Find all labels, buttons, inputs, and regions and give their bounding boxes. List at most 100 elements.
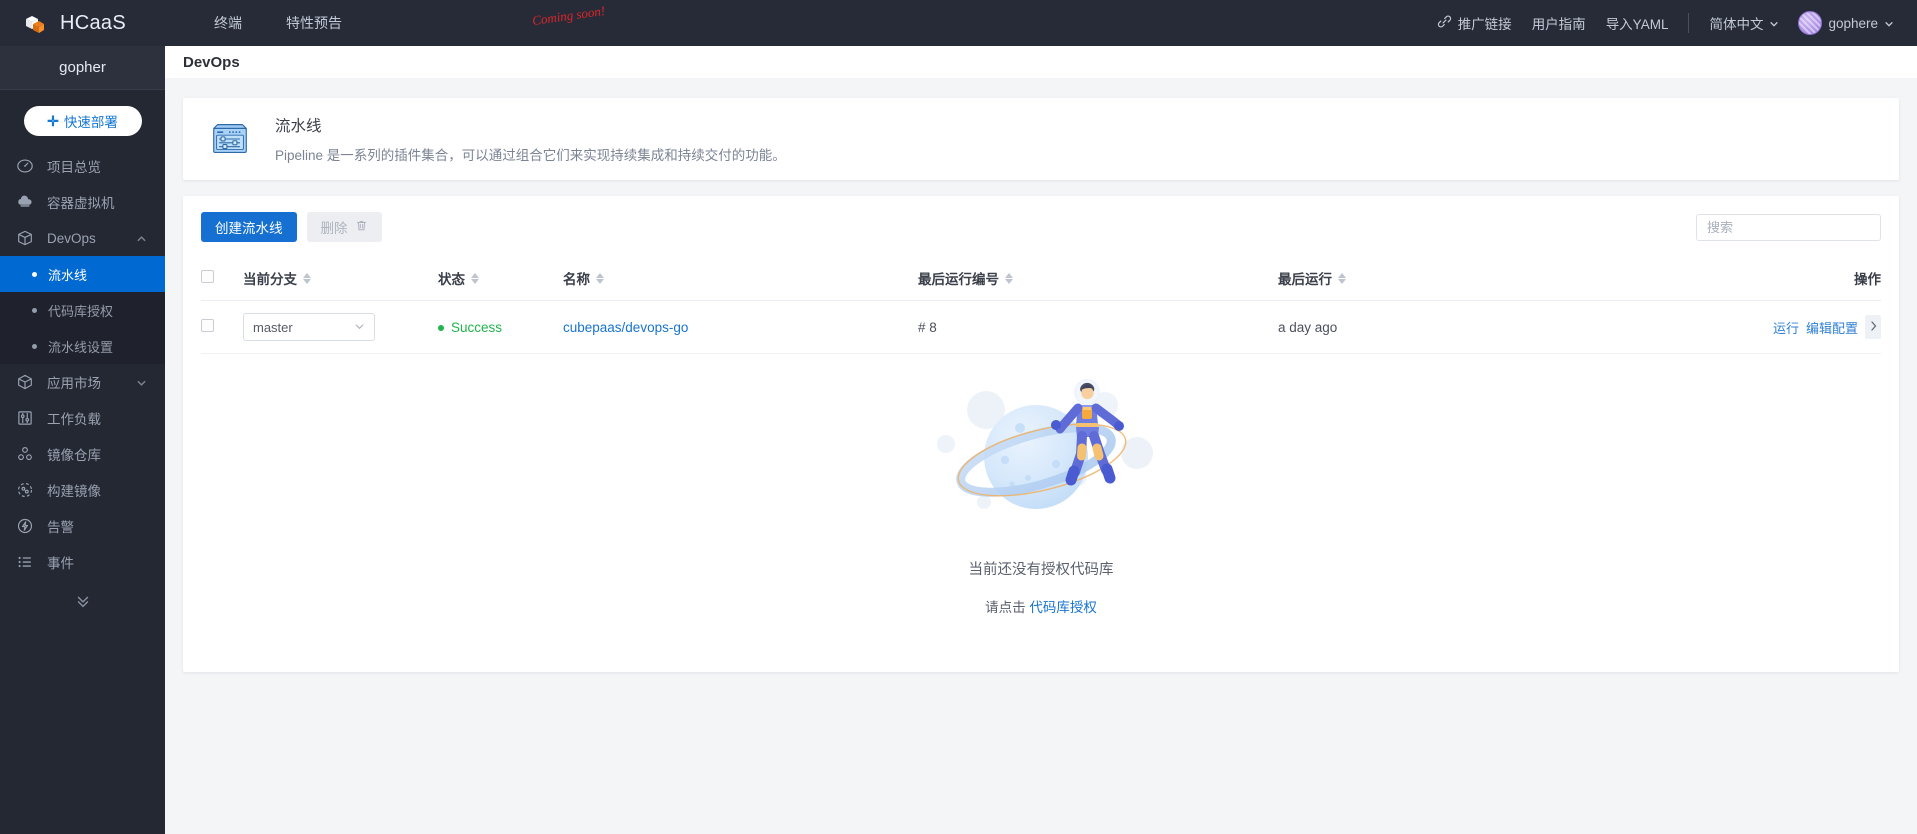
main-content: DevOps 流水线 Pipeline 是一系列: [165, 46, 1917, 834]
language-selector[interactable]: 简体中文: [1709, 13, 1778, 33]
status-label: Success: [451, 320, 502, 335]
sidebar-item-container-vm[interactable]: 容器虚拟机: [0, 184, 165, 220]
language-label: 简体中文: [1709, 13, 1763, 33]
chevron-down-icon: [354, 320, 365, 335]
sort-icon[interactable]: [1338, 273, 1346, 284]
nodes-icon: [15, 445, 34, 464]
avatar: [1798, 11, 1822, 35]
sidebar-item-pipeline[interactable]: 流水线: [0, 256, 165, 292]
branch-select[interactable]: master: [243, 313, 375, 341]
empty-state-prefix: 请点击: [985, 600, 1026, 615]
header-status[interactable]: 状态: [438, 258, 563, 301]
run-action[interactable]: 运行: [1773, 318, 1799, 337]
header-select-all: [201, 258, 243, 301]
create-pipeline-button[interactable]: 创建流水线: [201, 212, 297, 242]
pipeline-icon: [207, 116, 253, 162]
header-name-label: 名称: [563, 268, 590, 288]
sidebar-item-label: DevOps: [47, 231, 96, 246]
more-actions-button[interactable]: [1865, 315, 1881, 339]
sort-icon[interactable]: [1005, 273, 1013, 284]
row-branch-cell: master: [243, 301, 438, 354]
quick-deploy-button[interactable]: ✛ 快速部署: [24, 106, 142, 136]
top-bar: HCaaS 终端 特性预告 Coming soon! 推广链接 用户指南 导入Y…: [0, 0, 1917, 46]
chevron-up-icon: [136, 233, 147, 244]
brand[interactable]: HCaaS: [0, 0, 200, 46]
page-title: DevOps: [183, 54, 240, 71]
row-actions: 运行 编辑配置: [1773, 315, 1881, 339]
chevron-down-icon: [136, 377, 147, 388]
project-name: gopher: [0, 46, 165, 90]
expand-more-button[interactable]: [0, 582, 165, 624]
sidebar-item-label: 容器虚拟机: [47, 192, 115, 212]
row-run-number-cell: # 8: [918, 301, 1278, 354]
quick-deploy-wrap: ✛ 快速部署: [0, 90, 165, 144]
double-chevron-down-icon: [74, 592, 92, 615]
import-yaml-button[interactable]: 导入YAML: [1606, 13, 1669, 33]
sidebar-subitem-label: 流水线: [48, 265, 87, 284]
search-input[interactable]: [1696, 214, 1881, 241]
chevron-down-icon: [1769, 19, 1778, 28]
sort-icon[interactable]: [303, 273, 311, 284]
header-last-run-number-label: 最后运行编号: [918, 268, 999, 288]
devops-submenu: 流水线 代码库授权 流水线设置: [0, 256, 165, 364]
brand-name: HCaaS: [60, 12, 126, 35]
sidebar-subitem-label: 代码库授权: [48, 301, 113, 320]
sidebar-item-repo-auth[interactable]: 代码库授权: [0, 292, 165, 328]
table-header: 当前分支 状态: [201, 258, 1881, 301]
select-all-checkbox[interactable]: [201, 270, 214, 283]
sidebar-item-label: 构建镜像: [47, 480, 101, 500]
cloud-icon: [15, 193, 34, 212]
cube-icon: [15, 373, 34, 392]
user-menu[interactable]: gophere: [1798, 11, 1893, 35]
trash-icon: [355, 219, 368, 235]
sidebar-item-workload[interactable]: 工作负载: [0, 400, 165, 436]
repo-auth-link[interactable]: 代码库授权: [1029, 600, 1097, 615]
sidebar-item-devops[interactable]: DevOps: [0, 220, 165, 256]
branch-value: master: [253, 320, 293, 335]
sidebar-item-pipeline-settings[interactable]: 流水线设置: [0, 328, 165, 364]
header-branch[interactable]: 当前分支: [243, 258, 438, 301]
status-dot-icon: [438, 325, 444, 331]
header-branch-label: 当前分支: [243, 268, 297, 288]
row-actions-cell: 运行 编辑配置: [1678, 301, 1881, 354]
sliders-icon: [15, 409, 34, 428]
topnav-item-features[interactable]: 特性预告: [284, 9, 344, 37]
topnav-item-terminal[interactable]: 终端: [212, 9, 244, 37]
header-status-label: 状态: [438, 268, 465, 288]
delete-label: 删除: [321, 217, 348, 237]
sort-icon[interactable]: [596, 273, 604, 284]
promo-link-button[interactable]: 推广链接: [1437, 13, 1512, 33]
header-name[interactable]: 名称: [563, 258, 918, 301]
sidebar: gopher ✛ 快速部署 项目总览 容器虚拟机: [0, 46, 165, 834]
sidebar-item-image-registry[interactable]: 镜像仓库: [0, 436, 165, 472]
plus-icon: ✛: [47, 113, 59, 130]
bolt-icon: [15, 517, 34, 536]
sidebar-item-alerts[interactable]: 告警: [0, 508, 165, 544]
top-nav: 终端 特性预告 Coming soon!: [212, 9, 344, 37]
pipeline-name-link[interactable]: cubepaas/devops-go: [563, 320, 688, 335]
username-label: gophere: [1828, 16, 1878, 31]
chevron-right-icon: [1869, 320, 1878, 335]
header-last-run-number[interactable]: 最后运行编号: [918, 258, 1278, 301]
box-icon: [15, 229, 34, 248]
delete-button[interactable]: 删除: [307, 212, 382, 242]
header-last-run[interactable]: 最后运行: [1278, 258, 1678, 301]
sort-icon[interactable]: [471, 273, 479, 284]
sidebar-item-build-image[interactable]: 构建镜像: [0, 472, 165, 508]
empty-state-subtitle: 请点击 代码库授权: [985, 596, 1097, 616]
user-guide-button[interactable]: 用户指南: [1532, 13, 1586, 33]
pipeline-intro-desc: Pipeline 是一系列的插件集合，可以通过组合它们来实现持续集成和持续交付的…: [275, 144, 786, 164]
sidebar-item-overview[interactable]: 项目总览: [0, 148, 165, 184]
bullet-icon: [32, 272, 37, 277]
page-header: DevOps: [165, 46, 1917, 78]
bullet-icon: [32, 308, 37, 313]
sidebar-item-app-market[interactable]: 应用市场: [0, 364, 165, 400]
coming-soon-badge: Coming soon!: [531, 3, 606, 29]
build-icon: [15, 481, 34, 500]
pipeline-intro-title: 流水线: [275, 114, 786, 136]
sidebar-item-label: 镜像仓库: [47, 444, 101, 464]
sidebar-item-events[interactable]: 事件: [0, 544, 165, 580]
edit-config-action[interactable]: 编辑配置: [1806, 318, 1858, 337]
table-row[interactable]: master Success cubepaas/devop: [201, 301, 1881, 354]
row-checkbox[interactable]: [201, 319, 214, 332]
